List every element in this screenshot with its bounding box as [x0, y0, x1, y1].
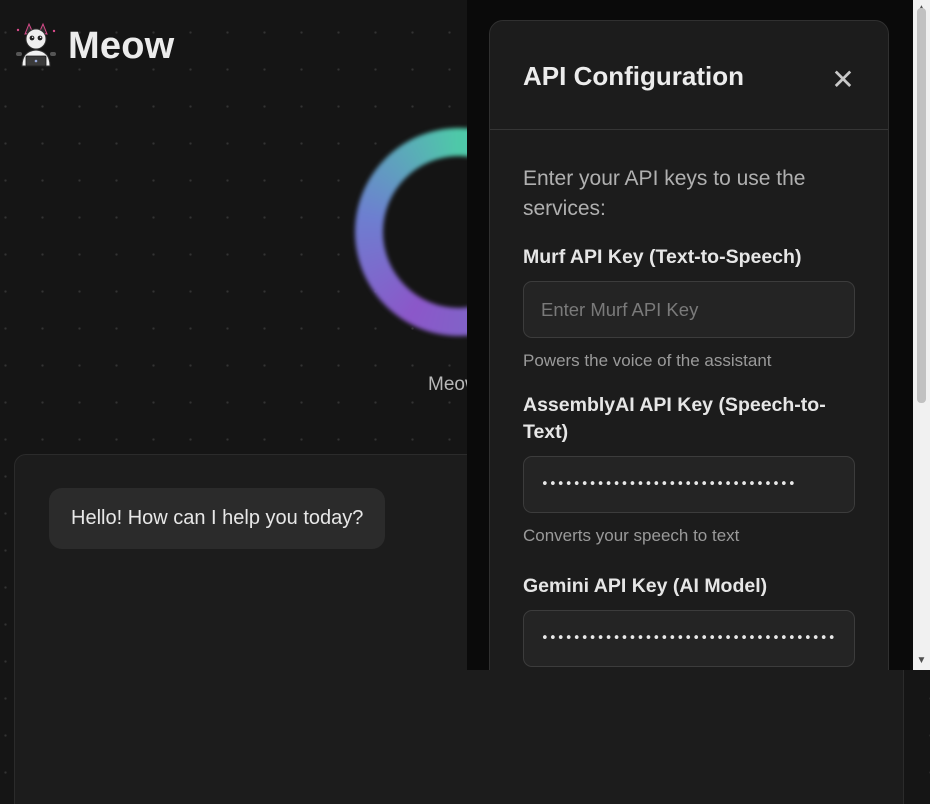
page-scrollbar[interactable]: ▲ ▼ — [913, 0, 930, 670]
modal-overlay[interactable]: API Configuration ✕ Enter your API keys … — [467, 0, 913, 670]
modal-title: API Configuration — [523, 61, 744, 91]
robot-cat-laptop-icon — [12, 22, 60, 70]
modal-body: Enter your API keys to use the services:… — [523, 164, 857, 667]
app-header: Meow — [12, 22, 174, 70]
murf-key-help: Powers the voice of the assistant — [523, 351, 772, 370]
api-config-modal: API Configuration ✕ Enter your API keys … — [489, 20, 889, 670]
assemblyai-key-help: Converts your speech to text — [523, 526, 740, 545]
assemblyai-api-key-input[interactable] — [523, 456, 855, 513]
gemini-api-key-input[interactable] — [523, 610, 855, 667]
assemblyai-key-label: AssemblyAI API Key (Speech-to-Text) — [523, 394, 826, 443]
app-title: Meow — [68, 24, 175, 67]
scroll-down-arrow-icon[interactable]: ▼ — [913, 652, 930, 669]
app-page: Meow Meow Hello! How can I help you toda… — [0, 0, 930, 804]
murf-key-label: Murf API Key (Text-to-Speech) — [523, 246, 802, 268]
modal-intro: Enter your API keys to use the services: — [523, 167, 806, 220]
gemini-key-label: Gemini API Key (AI Model) — [523, 575, 768, 597]
orb-status-label: Meow — [428, 374, 468, 395]
assistant-message-bubble: Hello! How can I help you today? — [49, 488, 386, 549]
scrollbar-thumb[interactable] — [917, 8, 926, 403]
modal-header: API Configuration ✕ — [490, 21, 888, 130]
close-icon[interactable]: ✕ — [828, 65, 858, 95]
murf-api-key-input[interactable] — [523, 281, 855, 338]
